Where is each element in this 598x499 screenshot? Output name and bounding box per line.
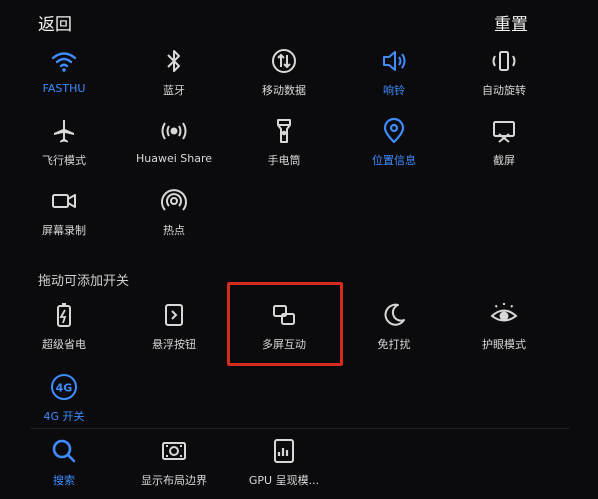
tile-label: 飞行模式 xyxy=(42,154,86,167)
search-icon xyxy=(49,436,79,466)
tile-label: 响铃 xyxy=(383,84,405,97)
moon-icon xyxy=(379,300,409,330)
tile-floating-button[interactable]: 悬浮按钮 xyxy=(126,300,222,352)
tile-power-saving[interactable]: 超级省电 xyxy=(16,300,112,352)
tile-flashlight[interactable]: 手电筒 xyxy=(236,116,332,168)
tile-label: 搜索 xyxy=(53,474,75,487)
screenshot-icon xyxy=(489,116,519,146)
tile-do-not-disturb[interactable]: 免打扰 xyxy=(346,300,442,352)
power-saving-icon xyxy=(49,300,79,330)
reset-button[interactable]: 重置 xyxy=(494,10,528,35)
tile-hotspot[interactable]: 热点 xyxy=(126,186,222,238)
tile-label: 超级省电 xyxy=(42,338,86,351)
floating-button-icon xyxy=(159,300,189,330)
bluetooth-icon xyxy=(159,46,189,76)
tile-label: FASTHU xyxy=(42,82,86,95)
divider xyxy=(30,428,570,429)
huawei-share-icon xyxy=(159,116,189,146)
highlight-box xyxy=(227,282,343,366)
4g-icon: 4G xyxy=(49,372,79,402)
tile-gpu-rendering[interactable]: GPU 呈现模... xyxy=(236,436,332,488)
tile-label: 悬浮按钮 xyxy=(152,338,196,351)
tile-mobile-data[interactable]: 移动数据 xyxy=(236,46,332,98)
tile-label: GPU 呈现模... xyxy=(248,474,320,487)
gpu-icon xyxy=(269,436,299,466)
tile-auto-rotate[interactable]: 自动旋转 xyxy=(456,46,552,98)
tile-screen-record[interactable]: 屏幕录制 xyxy=(16,186,112,238)
tile-huawei-share[interactable]: Huawei Share xyxy=(126,116,222,165)
layout-bounds-icon xyxy=(159,436,189,466)
rotate-icon xyxy=(489,46,519,76)
tile-ring[interactable]: 响铃 xyxy=(346,46,442,98)
tile-label: 蓝牙 xyxy=(163,84,185,97)
tile-label: 护眼模式 xyxy=(482,338,526,351)
drag-section-label: 拖动可添加开关 xyxy=(38,274,130,289)
back-button[interactable]: 返回 xyxy=(38,10,72,35)
tile-label: 手电筒 xyxy=(267,154,301,167)
tile-search[interactable]: 搜索 xyxy=(16,436,112,488)
tile-bluetooth[interactable]: 蓝牙 xyxy=(126,46,222,98)
4g-badge-text: 4G xyxy=(56,382,73,395)
speaker-icon xyxy=(379,46,409,76)
wifi-icon xyxy=(49,46,79,76)
eye-icon xyxy=(489,300,519,330)
tile-eye-comfort[interactable]: 护眼模式 xyxy=(456,300,552,352)
tile-label: 屏幕录制 xyxy=(42,224,86,237)
mobile-data-icon xyxy=(269,46,299,76)
flashlight-icon xyxy=(269,116,299,146)
location-icon xyxy=(379,116,409,146)
tile-layout-bounds[interactable]: 显示布局边界 xyxy=(126,436,222,488)
screen-record-icon xyxy=(49,186,79,216)
tile-label: 截屏 xyxy=(493,154,515,167)
tile-label: 位置信息 xyxy=(372,154,416,167)
tile-label: 热点 xyxy=(163,224,185,237)
top-bar: 返回 重置 xyxy=(0,0,598,40)
tile-label: 显示布局边界 xyxy=(141,474,207,487)
tile-4g[interactable]: 4G 4G 开关 xyxy=(16,372,112,424)
tile-airplane[interactable]: 飞行模式 xyxy=(16,116,112,168)
tile-label: 免打扰 xyxy=(377,338,411,351)
tile-location[interactable]: 位置信息 xyxy=(346,116,442,168)
tile-label: Huawei Share xyxy=(135,152,213,165)
tile-screenshot[interactable]: 截屏 xyxy=(456,116,552,168)
tile-label: 自动旋转 xyxy=(482,84,526,97)
hotspot-icon xyxy=(159,186,189,216)
airplane-icon xyxy=(49,116,79,146)
tile-wifi[interactable]: FASTHU xyxy=(16,46,112,95)
tile-label: 4G 开关 xyxy=(43,410,85,423)
tile-label: 移动数据 xyxy=(262,84,306,97)
